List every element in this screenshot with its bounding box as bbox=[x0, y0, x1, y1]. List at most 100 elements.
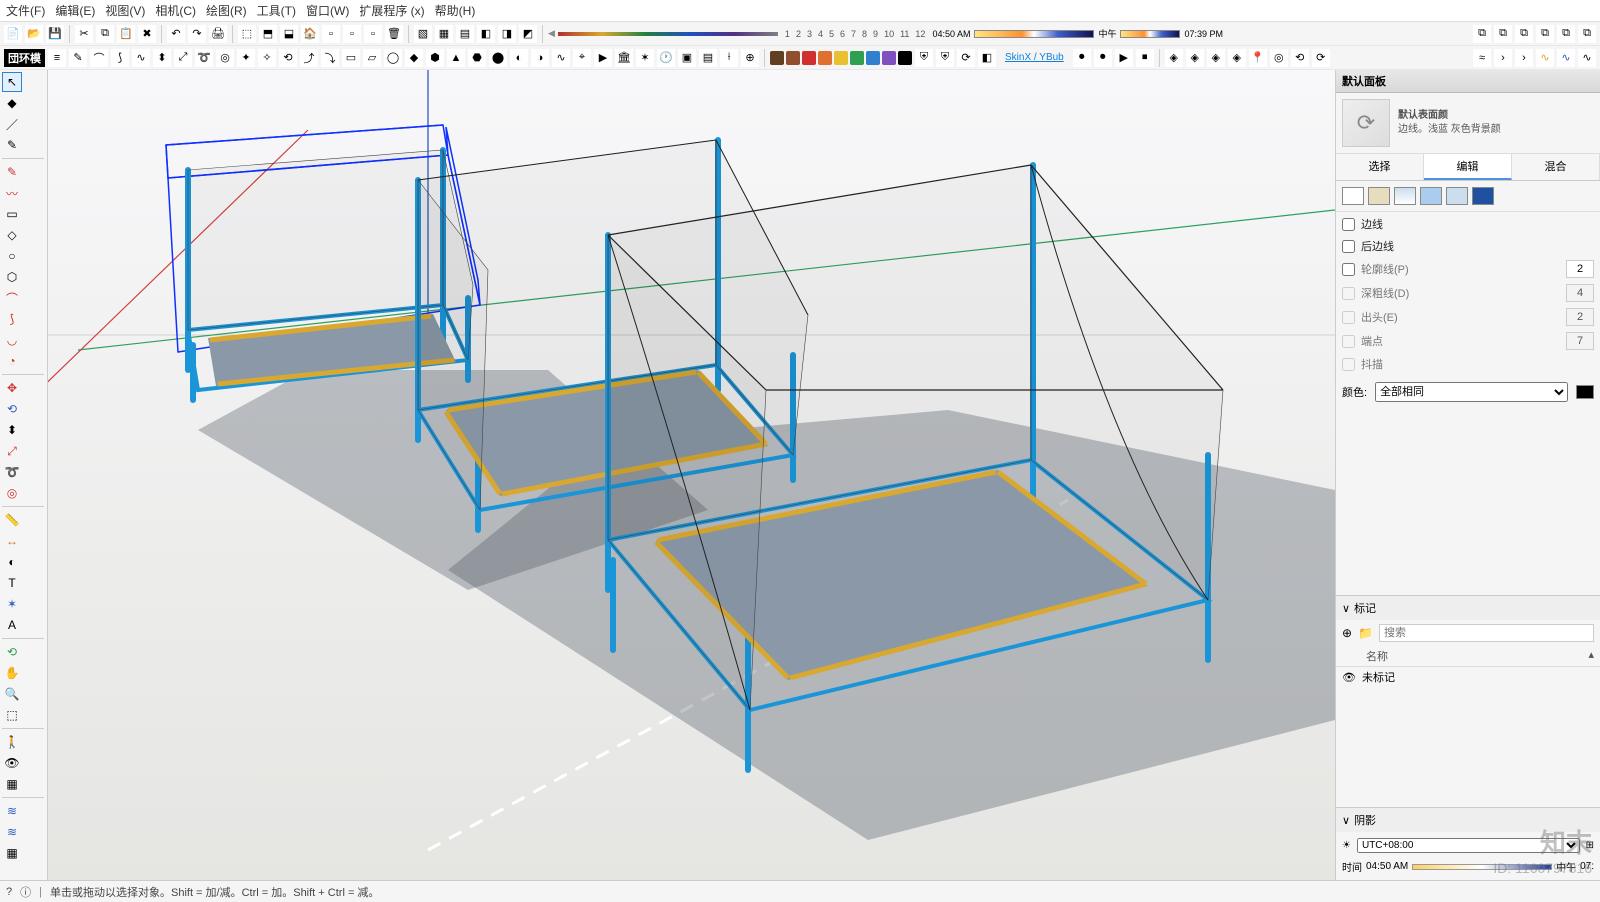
home-icon[interactable]: 🏠 bbox=[301, 25, 319, 43]
open-icon[interactable]: 📂 bbox=[25, 25, 43, 43]
cube-icon[interactable] bbox=[1472, 187, 1494, 205]
layers-icon[interactable]: ◈ bbox=[1207, 49, 1225, 67]
tool-icon[interactable]: ✧ bbox=[258, 49, 276, 67]
new-icon[interactable]: 📄 bbox=[4, 25, 22, 43]
clock-icon[interactable]: 🕐 bbox=[657, 49, 675, 67]
arc-icon[interactable]: ⌒ bbox=[2, 288, 22, 308]
chevron-icon[interactable]: › bbox=[1494, 49, 1512, 67]
page-icon[interactable]: ▫ bbox=[364, 25, 382, 43]
rect-rot-icon[interactable]: ◇ bbox=[2, 225, 22, 245]
watermark-icon[interactable] bbox=[1420, 187, 1442, 205]
3dtext-icon[interactable]: A bbox=[2, 615, 22, 635]
rect-icon[interactable]: ▭ bbox=[2, 204, 22, 224]
info-icon[interactable]: ⓘ bbox=[20, 884, 31, 900]
clone-icon[interactable]: ⧉ bbox=[1494, 25, 1512, 43]
pencil-icon[interactable]: ✎ bbox=[69, 49, 87, 67]
followme-icon[interactable]: ➰ bbox=[195, 49, 213, 67]
tags-header[interactable]: ∨标记 bbox=[1336, 596, 1600, 620]
delete-icon[interactable]: ✖ bbox=[138, 25, 156, 43]
offset-icon[interactable]: ◎ bbox=[2, 483, 22, 503]
line-icon[interactable]: ≡ bbox=[48, 49, 66, 67]
check-endpoints[interactable]: 端点 bbox=[1342, 332, 1594, 350]
tape-icon[interactable]: 📏 bbox=[2, 510, 22, 530]
print-icon[interactable]: 🖨 bbox=[209, 25, 227, 43]
folder-icon[interactable]: 📁 bbox=[1358, 626, 1373, 640]
orbit-icon[interactable]: ⟲ bbox=[2, 642, 22, 662]
timezone-select[interactable]: UTC+08:00 bbox=[1357, 838, 1580, 853]
xray-icon[interactable]: ▧ bbox=[414, 25, 432, 43]
layers-icon[interactable]: ◈ bbox=[1165, 49, 1183, 67]
3d-viewport[interactable]: 、 bbox=[48, 70, 1335, 880]
tool-icon[interactable]: ◯ bbox=[384, 49, 402, 67]
tab-select[interactable]: 选择 bbox=[1336, 154, 1424, 180]
stop-icon[interactable]: ⏹ bbox=[1136, 49, 1154, 67]
walk-icon[interactable]: 🚶 bbox=[2, 732, 22, 752]
check-depth[interactable]: 深粗线(D) bbox=[1342, 284, 1594, 302]
clone-icon[interactable]: ⧉ bbox=[1536, 25, 1554, 43]
circle-icon[interactable]: ○ bbox=[2, 246, 22, 266]
tool-icon[interactable]: ▣ bbox=[678, 49, 696, 67]
look-icon[interactable]: 👁 bbox=[2, 753, 22, 773]
menu-extensions[interactable]: 扩展程序 (x) bbox=[359, 2, 424, 19]
tool-icon[interactable]: ⬢ bbox=[426, 49, 444, 67]
cube-icon[interactable]: ◧ bbox=[978, 49, 996, 67]
check-jitter[interactable]: 抖描 bbox=[1342, 356, 1594, 372]
zoom-window-icon[interactable]: ⬚ bbox=[2, 705, 22, 725]
clone-icon[interactable]: ⧉ bbox=[1578, 25, 1596, 43]
terrain-icon[interactable]: ≋ bbox=[2, 822, 22, 842]
select-icon[interactable]: ↖ bbox=[2, 72, 22, 92]
pin-icon[interactable]: 📍 bbox=[1249, 49, 1267, 67]
pushpull-icon[interactable]: ⬍ bbox=[153, 49, 171, 67]
section-icon[interactable]: ◑ bbox=[531, 49, 549, 67]
polygon-icon[interactable]: ⬡ bbox=[2, 267, 22, 287]
time-slider[interactable] bbox=[1412, 864, 1552, 870]
terrain-icon[interactable]: ▦ bbox=[2, 843, 22, 863]
zoom-icon[interactable]: 🔍 bbox=[2, 684, 22, 704]
wave-icon[interactable]: ∿ bbox=[1578, 49, 1596, 67]
dimension-icon[interactable]: ↔ bbox=[2, 531, 22, 551]
arc2-icon[interactable]: ⟆ bbox=[2, 309, 22, 329]
offset-icon[interactable]: ◎ bbox=[216, 49, 234, 67]
tool-icon[interactable]: ⤴ bbox=[300, 49, 318, 67]
axes-icon[interactable]: ✶ bbox=[2, 594, 22, 614]
arc-icon[interactable]: ⌒ bbox=[90, 49, 108, 67]
curve-icon[interactable]: ∿ bbox=[132, 49, 150, 67]
freehand-icon[interactable]: 〰 bbox=[2, 183, 22, 203]
bg-style-icon[interactable] bbox=[1394, 187, 1416, 205]
textured-icon[interactable]: ◨ bbox=[498, 25, 516, 43]
wave-icon[interactable]: ∿ bbox=[1536, 49, 1554, 67]
arc-icon[interactable]: ⟆ bbox=[111, 49, 129, 67]
face-style-icon[interactable] bbox=[1368, 187, 1390, 205]
component-icon[interactable]: ⬓ bbox=[280, 25, 298, 43]
tool-icon[interactable]: ◆ bbox=[405, 49, 423, 67]
tool-icon[interactable]: ∿ bbox=[552, 49, 570, 67]
tool-icon[interactable]: ⟊ bbox=[720, 49, 738, 67]
menu-edit[interactable]: 编辑(E) bbox=[55, 2, 95, 19]
move-icon[interactable]: ✥ bbox=[2, 378, 22, 398]
compass-icon[interactable]: ⊕ bbox=[741, 49, 759, 67]
shield-icon[interactable]: ⛨ bbox=[936, 49, 954, 67]
refresh-icon[interactable]: ⟳ bbox=[1342, 99, 1390, 147]
layers-icon[interactable]: ◈ bbox=[1186, 49, 1204, 67]
misc-icon[interactable]: ≈ bbox=[1473, 49, 1491, 67]
record-icon[interactable]: ⏺ bbox=[1094, 49, 1112, 67]
pan-icon[interactable]: ✋ bbox=[2, 663, 22, 683]
shaded-icon[interactable]: ◧ bbox=[477, 25, 495, 43]
edge-color-swatch[interactable] bbox=[1576, 385, 1594, 399]
tool-icon[interactable]: ⟲ bbox=[279, 49, 297, 67]
center-icon[interactable]: ◎ bbox=[1270, 49, 1288, 67]
model-icon[interactable] bbox=[1446, 187, 1468, 205]
tool-icon[interactable]: ▤ bbox=[699, 49, 717, 67]
menu-view[interactable]: 视图(V) bbox=[105, 2, 145, 19]
protractor-icon[interactable]: ◐ bbox=[2, 552, 22, 572]
tool-icon[interactable]: ▱ bbox=[363, 49, 381, 67]
clone-icon[interactable]: ⧉ bbox=[1515, 25, 1533, 43]
layers-icon[interactable]: ◈ bbox=[1228, 49, 1246, 67]
shadow-time-slider[interactable]: 04:50 AM中午07:39 PM bbox=[932, 27, 1223, 40]
menu-file[interactable]: 文件(F) bbox=[6, 2, 45, 19]
tab-edit[interactable]: 编辑 bbox=[1424, 154, 1512, 180]
freehand-icon[interactable]: ✎ bbox=[2, 135, 22, 155]
menu-draw[interactable]: 绘图(R) bbox=[206, 2, 247, 19]
tool-icon[interactable]: ⌖ bbox=[573, 49, 591, 67]
rotate-icon[interactable]: ⟲ bbox=[2, 399, 22, 419]
